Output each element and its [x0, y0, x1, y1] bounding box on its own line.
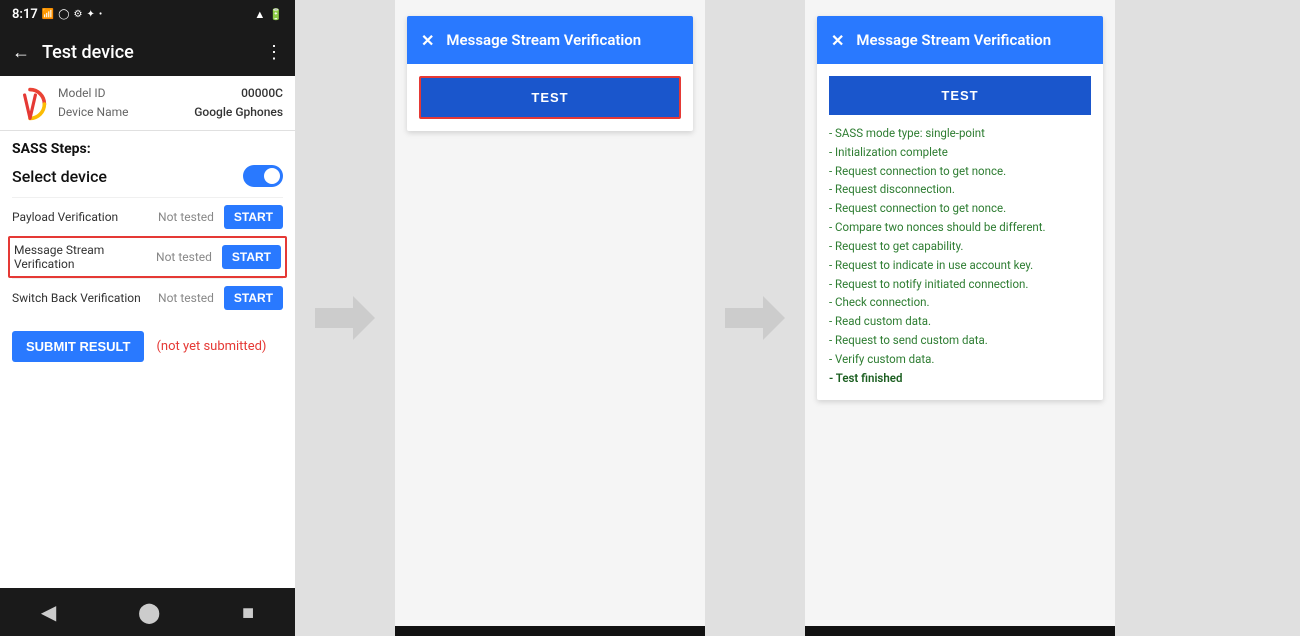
sim-icon: 📶	[42, 9, 54, 20]
dialog2-bottom-bar	[805, 626, 1115, 636]
result-line: - Request to indicate in use account key…	[829, 257, 1091, 275]
brand-logo	[12, 86, 48, 122]
settings-icon: ⚙	[73, 9, 82, 20]
step-row-payload: Payload Verification Not tested START	[12, 197, 283, 236]
start-btn-message-stream[interactable]: START	[222, 245, 281, 269]
result-line: - Request disconnection.	[829, 181, 1091, 199]
result-line: - Test finished	[829, 370, 1091, 388]
result-line: - Check connection.	[829, 294, 1091, 312]
result-line: - Initialization complete	[829, 144, 1091, 162]
bluetooth-icon: ✦	[86, 9, 94, 20]
dialog1-body: TEST	[407, 64, 693, 131]
app-bar-title: Test device	[42, 42, 253, 63]
result-line: - Request connection to get nonce.	[829, 163, 1091, 181]
back-nav-icon[interactable]: ◀	[41, 600, 56, 624]
battery-icon: 🔋	[269, 8, 283, 21]
result-line: - Request to get capability.	[829, 238, 1091, 256]
model-id-label: Model ID	[58, 84, 105, 103]
step-label-payload: Payload Verification	[12, 210, 154, 224]
step-label-message-stream: Message Stream Verification	[14, 243, 152, 271]
dialog1-bottom-bar	[395, 626, 705, 636]
dialog2-header: ✕ Message Stream Verification	[817, 16, 1103, 64]
sass-section: SASS Steps: Select device Payload Verifi…	[0, 131, 295, 317]
result-line: - SASS mode type: single-point	[829, 125, 1091, 143]
result-line: - Read custom data.	[829, 313, 1091, 331]
step-row-message-stream: Message Stream Verification Not tested S…	[8, 236, 287, 278]
result-lines: - SASS mode type: single-point- Initiali…	[829, 125, 1091, 387]
wifi-status-icon: ▲	[254, 8, 265, 21]
dialog1-close-icon[interactable]: ✕	[421, 31, 434, 50]
device-name-row: Device Name Google Gphones	[58, 103, 283, 122]
arrow-2	[725, 298, 785, 338]
dialog2-close-icon[interactable]: ✕	[831, 31, 844, 50]
select-device-row: Select device	[12, 165, 283, 187]
dialog2-box: ✕ Message Stream Verification TEST - SAS…	[817, 16, 1103, 400]
more-icon[interactable]: ⋮	[265, 42, 283, 63]
nav-bar: ◀ ⬤ ■	[0, 588, 295, 636]
select-device-label: Select device	[12, 167, 107, 186]
step-label-switch-back: Switch Back Verification	[12, 291, 154, 305]
dialog1-header: ✕ Message Stream Verification	[407, 16, 693, 64]
result-line: - Compare two nonces should be different…	[829, 219, 1091, 237]
step-row-switch-back: Switch Back Verification Not tested STAR…	[12, 278, 283, 317]
start-btn-payload[interactable]: START	[224, 205, 283, 229]
app-bar: ← Test device ⋮	[0, 28, 295, 76]
dialog1-test-button[interactable]: TEST	[421, 78, 679, 117]
arrow-2-container	[705, 0, 805, 636]
sass-title: SASS Steps:	[12, 141, 283, 157]
recents-nav-icon[interactable]: ■	[242, 600, 254, 625]
dialog1-box: ✕ Message Stream Verification TEST	[407, 16, 693, 131]
device-name-label: Device Name	[58, 103, 129, 122]
app-content: Model ID 00000C Device Name Google Gphon…	[0, 76, 295, 588]
status-right: ▲ 🔋	[254, 8, 283, 21]
model-id-value: 00000C	[241, 84, 283, 103]
arrow-1-container	[295, 0, 395, 636]
result-line: - Request to send custom data.	[829, 332, 1091, 350]
result-line: - Request to notify initiated connection…	[829, 276, 1091, 294]
dialog1-title: Message Stream Verification	[446, 31, 679, 49]
arrow-1	[315, 298, 375, 338]
phone-panel: 8:17 📶 ◯ ⚙ ✦ • ▲ 🔋 ← Test device ⋮	[0, 0, 295, 636]
step-status-switch-back: Not tested	[158, 291, 214, 305]
dot-icon: •	[99, 9, 102, 20]
step-status-payload: Not tested	[158, 210, 214, 224]
dialog1-panel: ✕ Message Stream Verification TEST	[395, 0, 705, 636]
result-line: - Request connection to get nonce.	[829, 200, 1091, 218]
model-id-row: Model ID 00000C	[58, 84, 283, 103]
device-info: Model ID 00000C Device Name Google Gphon…	[0, 76, 295, 131]
start-btn-switch-back[interactable]: START	[224, 286, 283, 310]
submit-row: SUBMIT RESULT (not yet submitted)	[0, 317, 295, 376]
dialog2-title: Message Stream Verification	[856, 31, 1089, 49]
home-nav-icon[interactable]: ⬤	[138, 600, 160, 624]
dialog1-test-btn-wrapper: TEST	[419, 76, 681, 119]
device-name-value: Google Gphones	[194, 103, 283, 122]
wifi-icon: ◯	[58, 9, 69, 20]
status-bar: 8:17 📶 ◯ ⚙ ✦ • ▲ 🔋	[0, 0, 295, 28]
back-icon[interactable]: ←	[12, 42, 30, 63]
status-time: 8:17	[12, 7, 38, 22]
status-left: 8:17 📶 ◯ ⚙ ✦ •	[12, 7, 102, 22]
submit-result-button[interactable]: SUBMIT RESULT	[12, 331, 144, 362]
dialog2-body: TEST - SASS mode type: single-point- Ini…	[817, 64, 1103, 400]
select-device-toggle[interactable]	[243, 165, 283, 187]
dialog2-test-button[interactable]: TEST	[829, 76, 1091, 115]
dialog2-panel: ✕ Message Stream Verification TEST - SAS…	[805, 0, 1115, 636]
not-submitted-text: (not yet submitted)	[156, 339, 266, 354]
step-status-message-stream: Not tested	[156, 250, 212, 264]
device-fields: Model ID 00000C Device Name Google Gphon…	[58, 84, 283, 122]
result-line: - Verify custom data.	[829, 351, 1091, 369]
